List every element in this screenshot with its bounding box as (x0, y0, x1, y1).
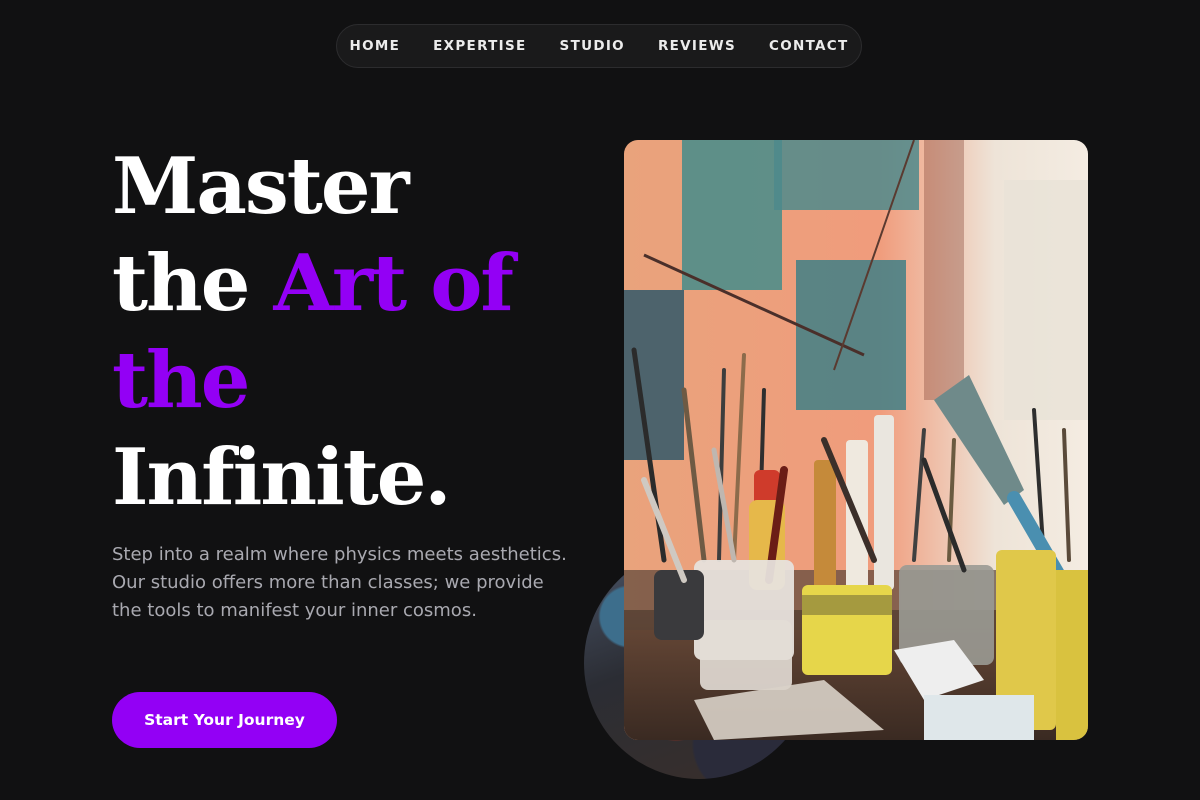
top-navigation: HOME EXPERTISE STUDIO REVIEWS CONTACT (336, 24, 862, 68)
art-studio-brushes-photo (624, 140, 1088, 740)
nav-contact-link[interactable]: CONTACT (769, 38, 849, 54)
brushes-illustration (624, 140, 1088, 740)
start-journey-button[interactable]: Start Your Journey (112, 692, 337, 748)
headline-line-3-accent: the (112, 335, 250, 426)
nav-reviews-link[interactable]: REVIEWS (658, 38, 736, 54)
hero-description: Step into a realm where physics meets ae… (112, 544, 567, 621)
headline-line-2-accent: Art of (273, 238, 514, 329)
nav-home-link[interactable]: HOME (349, 38, 400, 54)
headline-line-4: Infinite. (112, 432, 452, 523)
headline-line-2-plain: the (112, 238, 274, 329)
headline-line-1: Master (112, 141, 410, 232)
nav-expertise-link[interactable]: EXPERTISE (433, 38, 526, 54)
hero-headline: Master the Art of the Infinite. (112, 138, 514, 526)
nav-studio-link[interactable]: STUDIO (560, 38, 625, 54)
